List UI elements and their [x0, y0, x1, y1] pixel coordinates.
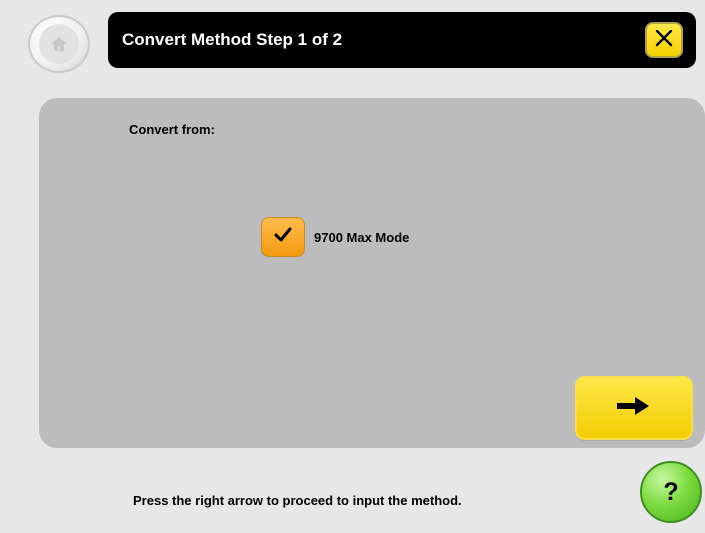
- next-button[interactable]: [575, 376, 693, 440]
- page-title: Convert Method Step 1 of 2: [122, 30, 343, 49]
- option-checkbox[interactable]: [261, 217, 305, 257]
- method-option-9700-max-mode[interactable]: 9700 Max Mode: [261, 216, 409, 258]
- convert-panel: Convert from: 9700 Max Mode: [39, 98, 705, 448]
- instruction-text: Press the right arrow to proceed to inpu…: [133, 493, 462, 508]
- right-arrow-icon: [615, 395, 653, 422]
- close-button[interactable]: [645, 22, 683, 58]
- home-icon: [39, 24, 79, 64]
- convert-from-label: Convert from:: [129, 122, 215, 137]
- screen: Convert Method Step 1 of 2 Convert from:…: [10, 0, 705, 533]
- help-button[interactable]: ?: [640, 461, 702, 523]
- close-icon: [654, 28, 674, 53]
- checkmark-icon: [274, 227, 292, 248]
- home-button[interactable]: [28, 15, 90, 73]
- title-bar: Convert Method Step 1 of 2: [108, 12, 696, 68]
- option-label: 9700 Max Mode: [314, 229, 410, 245]
- help-icon: ?: [663, 477, 679, 506]
